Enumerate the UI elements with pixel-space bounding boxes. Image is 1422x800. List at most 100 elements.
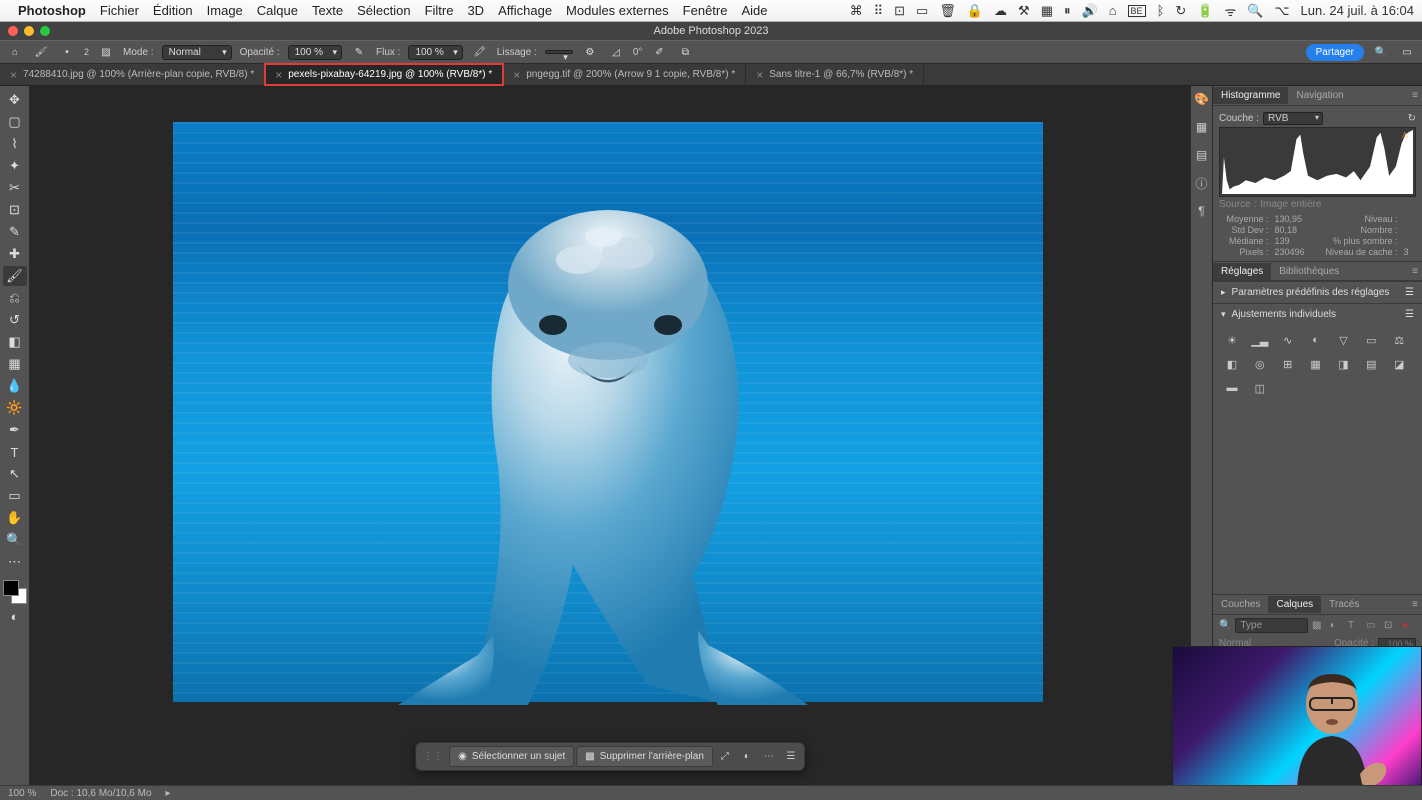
menu-filter[interactable]: Filtre	[425, 3, 454, 18]
crop-tool[interactable]: ✂	[3, 178, 27, 198]
selectivecolor-icon[interactable]: ◫	[1251, 379, 1269, 397]
blur-tool[interactable]: 💧	[3, 376, 27, 396]
bw-icon[interactable]: ◧	[1223, 355, 1241, 373]
eyedropper-tool[interactable]: ✎	[3, 222, 27, 242]
channel-select[interactable]: RVB	[1263, 112, 1323, 125]
dodge-tool[interactable]: 🔆	[3, 398, 27, 418]
menu-edit[interactable]: Édition	[153, 3, 193, 18]
shape-tool[interactable]: ▭	[3, 486, 27, 506]
panel-menu-icon[interactable]: ≡	[1408, 599, 1422, 610]
more-icon[interactable]: ⋯	[759, 747, 779, 767]
pressure-size-icon[interactable]: ✐	[650, 43, 668, 61]
tray-volume-icon[interactable]: 🔊	[1082, 3, 1098, 19]
window-close-button[interactable]	[8, 26, 18, 36]
search-icon[interactable]: 🔍	[1372, 43, 1390, 61]
pressure-opacity-icon[interactable]: ✎	[350, 43, 368, 61]
tab-adjustments[interactable]: Réglages	[1213, 263, 1271, 280]
tab-histogram[interactable]: Histogramme	[1213, 87, 1288, 104]
panel-menu-icon[interactable]: ≡	[1408, 266, 1422, 277]
tray-display-icon[interactable]: ▭	[916, 3, 928, 19]
filter-smart-icon[interactable]: ⊡	[1384, 620, 1398, 631]
properties-icon[interactable]: ☰	[781, 747, 801, 767]
tray-trash-icon[interactable]: 🗑	[939, 3, 956, 19]
tray-dropbox-icon[interactable]: ⠿	[874, 3, 884, 19]
hand-tool[interactable]: ✋	[3, 508, 27, 528]
levels-icon[interactable]: ▁▃	[1251, 331, 1269, 349]
angle-value[interactable]: 0°	[633, 47, 643, 58]
menu-layer[interactable]: Calque	[257, 3, 298, 18]
menu-help[interactable]: Aide	[741, 3, 767, 18]
vibrance-icon[interactable]: ▽	[1334, 331, 1352, 349]
clone-tool[interactable]: ⎌	[3, 288, 27, 308]
document-canvas[interactable]	[173, 122, 1043, 702]
tray-pause-icon[interactable]: ⏸	[1064, 3, 1071, 19]
swatches-panel-icon[interactable]: ▦	[1193, 118, 1211, 136]
path-select-tool[interactable]: ↖	[3, 464, 27, 484]
tray-tool-icon[interactable]: ⚒	[1018, 3, 1030, 19]
filter-image-icon[interactable]: ▩	[1312, 620, 1326, 631]
refresh-icon[interactable]: ↻	[1408, 113, 1416, 124]
tray-screen-icon[interactable]: ⊡	[894, 3, 905, 19]
tray-control-icon[interactable]: ⌥	[1275, 3, 1290, 19]
curves-icon[interactable]: ∿	[1279, 331, 1297, 349]
contextual-taskbar[interactable]: ⋮⋮ ◉Sélectionner un sujet ▩Supprimer l'a…	[415, 742, 805, 771]
hue-icon[interactable]: ▭	[1362, 331, 1380, 349]
marquee-tool[interactable]: ▢	[3, 112, 27, 132]
info-panel-icon[interactable]: ⓘ	[1193, 174, 1211, 192]
zoom-level[interactable]: 100 %	[8, 788, 36, 799]
type-tool[interactable]: T	[3, 442, 27, 462]
brush-panel-icon[interactable]: ▨	[97, 43, 115, 61]
tray-home-icon[interactable]: ⌂	[1109, 3, 1117, 18]
menu-view[interactable]: Affichage	[498, 3, 552, 18]
individual-section-header[interactable]: ▾Ajustements individuels☰	[1213, 304, 1422, 325]
tray-be-icon[interactable]: BE	[1128, 5, 1146, 17]
smoothing-gear-icon[interactable]: ⚙	[581, 43, 599, 61]
filter-toggle-icon[interactable]: ●	[1402, 620, 1416, 631]
properties-panel-icon[interactable]: ▤	[1193, 146, 1211, 164]
canvas-area[interactable]: ⋮⋮ ◉Sélectionner un sujet ▩Supprimer l'a…	[30, 86, 1190, 785]
grip-icon[interactable]: ⋮⋮	[419, 749, 447, 764]
menu-file[interactable]: Fichier	[100, 3, 139, 18]
symmetry-icon[interactable]: ⧉	[676, 43, 694, 61]
quick-select-tool[interactable]: ✦	[3, 156, 27, 176]
opacity-select[interactable]: 100 %	[288, 45, 342, 60]
adjust-icon[interactable]: ◐	[737, 747, 757, 767]
doc-tab-0[interactable]: ×74288410.jpg @ 100% (Arrière-plan copie…	[0, 64, 265, 85]
tab-libraries[interactable]: Bibliothèques	[1271, 263, 1347, 280]
brush-tool[interactable]: 🖌	[3, 266, 27, 286]
transform-icon[interactable]: ⤢	[715, 747, 735, 767]
clock[interactable]: Lun. 24 juil. à 16:04	[1301, 3, 1414, 18]
photofilter-icon[interactable]: ◎	[1251, 355, 1269, 373]
doc-tab-3[interactable]: ×Sans titre-1 @ 66,7% (RVB/8*) *	[746, 64, 924, 85]
list-icon[interactable]: ☰	[1405, 309, 1414, 320]
tab-paths[interactable]: Tracés	[1321, 596, 1367, 613]
posterize-icon[interactable]: ▤	[1362, 355, 1380, 373]
zoom-tool[interactable]: 🔍	[3, 530, 27, 550]
menu-selection[interactable]: Sélection	[357, 3, 410, 18]
channelmixer-icon[interactable]: ⊞	[1279, 355, 1297, 373]
select-subject-button[interactable]: ◉Sélectionner un sujet	[449, 746, 574, 767]
close-tab-icon[interactable]: ×	[513, 68, 520, 82]
share-button[interactable]: Partager	[1306, 44, 1364, 61]
tray-cloud-icon[interactable]: ☁	[994, 3, 1007, 19]
airbrush-icon[interactable]: 🖍	[471, 43, 489, 61]
close-tab-icon[interactable]: ×	[10, 68, 17, 82]
quickmask-toggle[interactable]: ◐	[3, 606, 27, 626]
color-panel-icon[interactable]: 🎨	[1193, 90, 1211, 108]
menu-window[interactable]: Fenêtre	[683, 3, 728, 18]
pen-tool[interactable]: ✒	[3, 420, 27, 440]
menu-plugins[interactable]: Modules externes	[566, 3, 669, 18]
flux-select[interactable]: 100 %	[408, 45, 462, 60]
exposure-icon[interactable]: ◐	[1307, 331, 1325, 349]
tray-lock-icon[interactable]: 🔒	[967, 3, 983, 19]
history-brush-tool[interactable]: ↺	[3, 310, 27, 330]
gradientmap-icon[interactable]: ▬	[1223, 379, 1241, 397]
healing-tool[interactable]: ✚	[3, 244, 27, 264]
tray-bluetooth-icon[interactable]: ᛒ	[1157, 3, 1165, 18]
doc-tab-1[interactable]: ×pexels-pixabay-64219.jpg @ 100% (RVB/8*…	[265, 64, 503, 85]
filter-adjust-icon[interactable]: ◐	[1330, 620, 1344, 631]
tray-battery-icon[interactable]: 🔋	[1197, 3, 1213, 19]
menu-3d[interactable]: 3D	[467, 3, 484, 18]
close-tab-icon[interactable]: ×	[275, 68, 282, 82]
frame-tool[interactable]: ⊡	[3, 200, 27, 220]
